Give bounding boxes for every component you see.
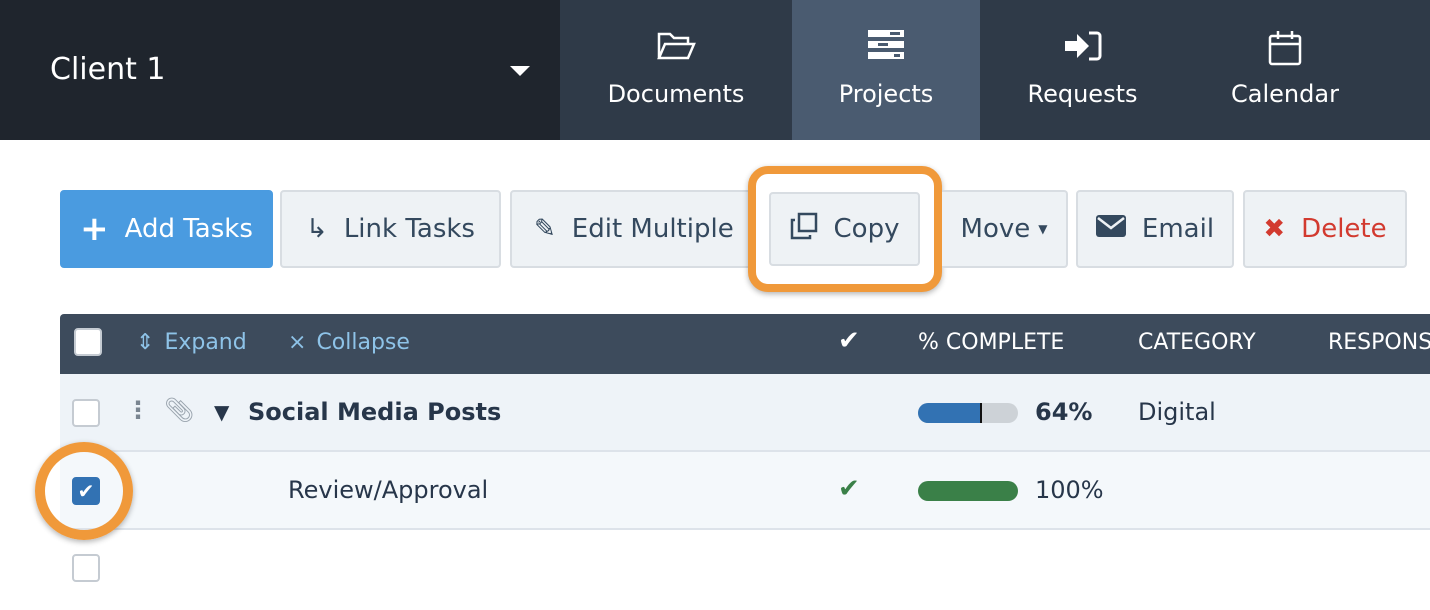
table-header: ⇕ Expand ⨯ Collapse ✔ % COMPLETE CATEGORY …	[60, 314, 1430, 374]
responsible-header[interactable]: RESPONS	[1328, 330, 1430, 355]
tab-calendar[interactable]: Calendar	[1185, 0, 1385, 140]
email-button[interactable]: Email	[1076, 190, 1234, 268]
sign-in-icon	[980, 30, 1185, 66]
top-nav: Client 1 Documents Projects Requests Cal…	[0, 0, 1430, 140]
link-tasks-button[interactable]: ↳ Link Tasks	[280, 190, 501, 268]
complete-check-icon: ✔	[838, 474, 860, 504]
times-icon: ✖	[1263, 214, 1286, 244]
table-row[interactable]	[60, 532, 1430, 610]
complete-header[interactable]: % COMPLETE	[918, 330, 1064, 355]
collapse-label: Collapse	[316, 330, 410, 355]
expand-button[interactable]: ⇕ Expand	[136, 330, 247, 355]
collapse-icon: ⨯	[288, 330, 307, 355]
tab-projects[interactable]: Projects	[792, 0, 980, 140]
add-tasks-label: Add Tasks	[124, 214, 253, 244]
delete-label: Delete	[1301, 214, 1387, 244]
projects-icon	[792, 30, 980, 66]
email-label: Email	[1141, 214, 1215, 244]
task-name[interactable]: Social Media Posts	[248, 398, 501, 426]
table-row[interactable]: ✔ Review/Approval ✔ 100%	[60, 452, 1430, 530]
tab-label: Calendar	[1231, 80, 1339, 108]
edit-multiple-label: Edit Multiple	[571, 214, 734, 244]
tab-documents[interactable]: Documents	[560, 0, 792, 140]
calendar-icon	[1185, 30, 1385, 66]
link-tasks-label: Link Tasks	[343, 214, 475, 244]
row-checkbox[interactable]	[72, 399, 100, 427]
add-tasks-button[interactable]: + Add Tasks	[60, 190, 273, 268]
copy-icon	[790, 212, 818, 247]
expand-icon: ⇕	[136, 330, 155, 355]
check-column-icon: ✔	[838, 326, 860, 356]
plus-icon: +	[80, 209, 109, 249]
caret-down-icon	[510, 66, 530, 76]
client-selector[interactable]: Client 1	[0, 0, 560, 140]
paperclip-icon[interactable]: 📎︎	[164, 396, 194, 424]
percent-text: 64%	[1035, 398, 1093, 426]
move-button[interactable]: Move ▼	[942, 190, 1068, 268]
tab-label: Projects	[838, 80, 934, 108]
task-name[interactable]: Review/Approval	[288, 476, 488, 504]
edit-multiple-button[interactable]: ✎ Edit Multiple	[510, 190, 760, 268]
pencil-icon: ✎	[534, 214, 556, 244]
table-row[interactable]: ⋮ 📎︎ ▼ Social Media Posts 64% Digital	[60, 374, 1430, 452]
drag-handle-icon[interactable]: ⋮	[126, 396, 150, 424]
tab-requests[interactable]: Requests	[980, 0, 1185, 140]
collapse-button[interactable]: ⨯ Collapse	[288, 330, 410, 355]
level-down-icon: ↳	[306, 214, 328, 244]
copy-label: Copy	[833, 214, 900, 244]
percent-text: 100%	[1035, 476, 1104, 504]
collapse-triangle-icon[interactable]: ▼	[214, 400, 229, 424]
row-checkbox[interactable]	[72, 554, 100, 582]
folder-open-icon	[560, 30, 792, 66]
envelope-icon	[1095, 214, 1126, 244]
progress-bar	[918, 403, 1018, 423]
copy-button[interactable]: Copy	[769, 192, 920, 266]
category-text: Digital	[1138, 398, 1216, 426]
tab-label: Requests	[1027, 80, 1138, 108]
tab-label: Documents	[607, 80, 745, 108]
caret-down-icon: ▼	[1038, 222, 1048, 236]
progress-bar	[918, 481, 1018, 501]
move-label: Move	[960, 214, 1031, 244]
client-name: Client 1	[50, 52, 166, 87]
delete-button[interactable]: ✖ Delete	[1243, 190, 1407, 268]
checkbox-highlight	[35, 442, 133, 540]
expand-label: Expand	[164, 330, 247, 355]
category-header[interactable]: CATEGORY	[1138, 330, 1256, 355]
select-all-checkbox[interactable]	[74, 328, 102, 356]
